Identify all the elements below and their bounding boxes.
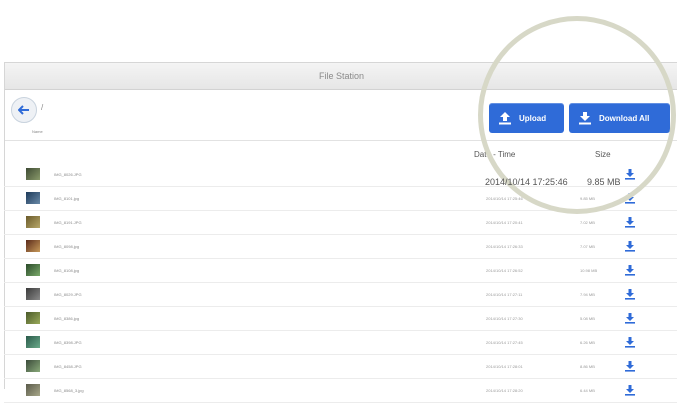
file-name[interactable]: IMG_8101.jpg: [54, 196, 79, 201]
download-all-label: Download All: [599, 113, 650, 123]
window-titlebar: File Station: [5, 63, 677, 90]
file-name[interactable]: IMG_8398.JPG: [54, 340, 82, 345]
upload-button[interactable]: Upload: [489, 103, 564, 133]
file-name[interactable]: IMG_8029.JPG: [54, 292, 82, 297]
image-thumbnail-icon: [26, 264, 40, 276]
file-datetime: 2014/10/14 17:25:46: [486, 196, 523, 201]
file-datetime: 2014/10/14 17:27:11: [486, 292, 523, 297]
file-datetime: 2014/10/14 17:27:45: [486, 340, 523, 345]
image-thumbnail-icon: [26, 240, 40, 252]
download-icon[interactable]: [624, 264, 636, 276]
file-name[interactable]: IMG_8108.jpg: [54, 268, 79, 273]
image-thumbnail-icon: [26, 168, 40, 180]
file-name[interactable]: IMG_8191.JPG: [54, 220, 82, 225]
image-thumbnail-icon: [26, 192, 40, 204]
file-size: 5.08 MB: [580, 316, 595, 321]
download-icon[interactable]: [624, 216, 636, 228]
image-thumbnail-icon: [26, 336, 40, 348]
column-header-datetime[interactable]: Date - Time: [474, 150, 515, 159]
file-size: 7.02 MB: [580, 220, 595, 225]
file-name[interactable]: IMG_8458.JPG: [54, 364, 82, 369]
back-button[interactable]: [11, 97, 37, 123]
file-row[interactable]: IMG_8386.jpg 2014/10/14 17:27:30 5.08 MB: [4, 307, 677, 331]
column-header-name[interactable]: Name: [32, 129, 43, 134]
download-icon[interactable]: [624, 336, 636, 348]
column-header-size[interactable]: Size: [595, 150, 611, 159]
file-row[interactable]: IMG_8098.jpg 2014/10/14 17:26:33 7.07 MB: [4, 235, 677, 259]
image-thumbnail-icon: [26, 360, 40, 372]
download-icon[interactable]: [624, 192, 636, 204]
image-thumbnail-icon: [26, 312, 40, 324]
file-size: 7.94 MB: [580, 292, 595, 297]
file-size: 8.86 MB: [580, 364, 595, 369]
download-icon[interactable]: [624, 240, 636, 252]
file-name[interactable]: IMG_8026.JPG: [54, 172, 82, 177]
file-row[interactable]: IMG_8108.jpg 2014/10/14 17:26:52 10.98 MB: [4, 259, 677, 283]
file-datetime: 2014/10/14 17:28:20: [486, 388, 523, 393]
file-datetime: 2014/10/14 17:20:41: [486, 220, 523, 225]
window-title: File Station: [318, 71, 365, 81]
file-row[interactable]: IMG_8101.jpg 2014/10/14 17:25:46 9.85 MB: [4, 187, 677, 211]
file-size: 9.85 MB: [580, 196, 595, 201]
download-icon[interactable]: [624, 360, 636, 372]
file-name[interactable]: IMG_8386.jpg: [54, 316, 79, 321]
file-size: 6.44 MB: [580, 388, 595, 393]
file-datetime: 2014/10/14 17:27:30: [486, 316, 523, 321]
download-icon: [579, 112, 591, 125]
file-row[interactable]: IMG_8026.JPG: [4, 163, 677, 187]
file-datetime: 2014/10/14 17:28:01: [486, 364, 523, 369]
file-datetime: 2014/10/14 17:26:33: [486, 244, 523, 249]
download-all-button[interactable]: Download All: [569, 103, 670, 133]
upload-label: Upload: [519, 113, 547, 123]
magnified-size: 9.85 MB: [587, 177, 621, 187]
image-thumbnail-icon: [26, 384, 40, 396]
image-thumbnail-icon: [26, 288, 40, 300]
path-root[interactable]: /: [41, 103, 43, 112]
file-size: 6.26 MB: [580, 340, 595, 345]
file-size: 10.98 MB: [580, 268, 598, 273]
file-row[interactable]: IMG_8568_3.jpg 2014/10/14 17:28:20 6.44 MB: [4, 379, 677, 403]
file-name[interactable]: IMG_8568_3.jpg: [54, 388, 84, 393]
back-arrow-icon: [18, 105, 29, 115]
upload-icon: [499, 112, 511, 125]
magnified-datetime: 2014/10/14 17:25:46: [485, 177, 568, 187]
file-row[interactable]: IMG_8191.JPG 2014/10/14 17:20:41 7.02 MB: [4, 211, 677, 235]
file-row[interactable]: IMG_8398.JPG 2014/10/14 17:27:45 6.26 MB: [4, 331, 677, 355]
image-thumbnail-icon: [26, 216, 40, 228]
download-icon[interactable]: [624, 288, 636, 300]
file-row[interactable]: IMG_8029.JPG 2014/10/14 17:27:11 7.94 MB: [4, 283, 677, 307]
download-icon[interactable]: [624, 168, 636, 180]
file-name[interactable]: IMG_8098.jpg: [54, 244, 79, 249]
file-row[interactable]: IMG_8458.JPG 2014/10/14 17:28:01 8.86 MB: [4, 355, 677, 379]
file-datetime: 2014/10/14 17:26:52: [486, 268, 523, 273]
download-icon[interactable]: [624, 312, 636, 324]
file-size: 7.07 MB: [580, 244, 595, 249]
download-icon[interactable]: [624, 384, 636, 396]
